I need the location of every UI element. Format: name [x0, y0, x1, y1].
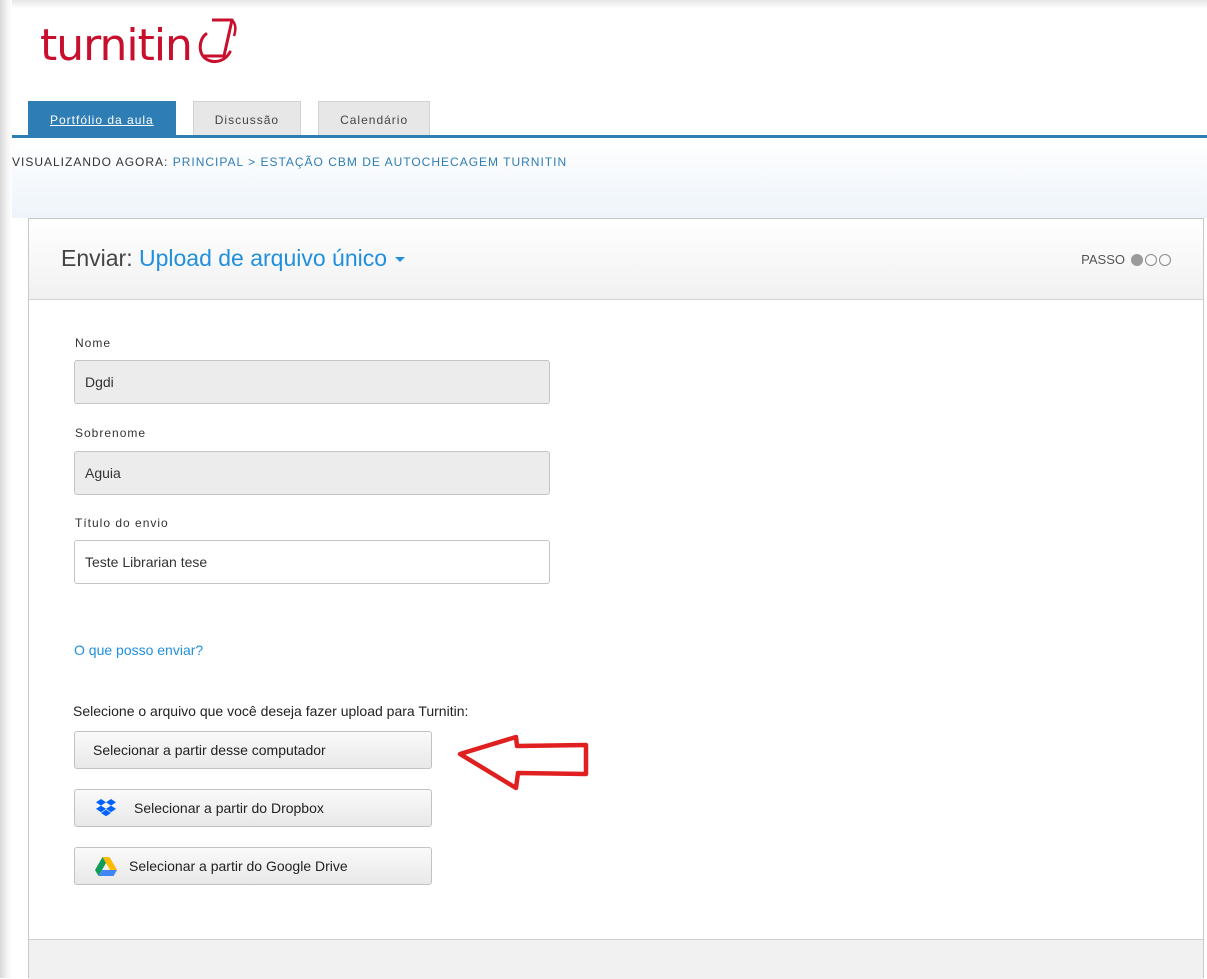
- logo-text: turnitin: [40, 19, 193, 71]
- breadcrumb-home-link[interactable]: PRINCIPAL: [173, 155, 244, 169]
- breadcrumb-prefix: VISUALIZANDO AGORA:: [12, 155, 169, 169]
- upload-mode-label: Upload de arquivo único: [138, 245, 388, 271]
- step-dot-icon-active: [1131, 253, 1143, 266]
- annotation-arrow-icon: [457, 734, 589, 791]
- tab-class-portfolio[interactable]: Portfólio da aula: [28, 101, 176, 135]
- last-name-field[interactable]: [74, 451, 550, 495]
- tab-discussion[interactable]: Discussão: [192, 101, 302, 135]
- panel-footer: [29, 939, 1203, 979]
- panel-header: Enviar: Upload de arquivo único PASSO: [29, 219, 1203, 300]
- window-top-shadow: [0, 0, 1207, 8]
- tab-calendar[interactable]: Calendário: [318, 101, 431, 135]
- submission-title-label: Título do envio: [75, 516, 169, 530]
- step-dot-icon: [1145, 253, 1157, 266]
- window-left-shadow: [0, 0, 12, 978]
- last-name-label: Sobrenome: [75, 426, 147, 440]
- class-tabs: Portfólio da aula Discussão Calendário: [28, 101, 447, 135]
- step-label: PASSO: [1081, 252, 1125, 267]
- first-name-label: Nome: [75, 336, 112, 350]
- select-from-dropbox-label: Selecionar a partir do Dropbox: [134, 800, 324, 816]
- select-from-google-drive-label: Selecionar a partir do Google Drive: [129, 858, 348, 874]
- breadcrumb-separator: >: [248, 155, 257, 169]
- what-can-i-submit-link[interactable]: O que posso enviar?: [74, 642, 203, 658]
- breadcrumb: VISUALIZANDO AGORA: PRINCIPAL > ESTAÇÃO …: [12, 155, 567, 169]
- breadcrumb-band: [12, 138, 1207, 218]
- submit-title-prefix: Enviar:: [61, 245, 133, 271]
- upload-mode-dropdown[interactable]: Upload de arquivo único: [138, 245, 406, 271]
- step-indicator: PASSO: [1081, 252, 1171, 267]
- submission-panel: Enviar: Upload de arquivo único PASSO No…: [28, 218, 1204, 979]
- step-dot-icon: [1159, 253, 1171, 266]
- select-from-google-drive-button[interactable]: Selecionar a partir do Google Drive: [74, 847, 432, 885]
- breadcrumb-current-link[interactable]: ESTAÇÃO CBM DE AUTOCHECAGEM TURNITIN: [260, 155, 567, 169]
- file-select-prompt: Selecione o arquivo que você deseja faze…: [73, 703, 469, 719]
- select-from-dropbox-button[interactable]: Selecionar a partir do Dropbox: [74, 789, 432, 827]
- logo-page-icon: [196, 16, 242, 71]
- panel-title: Enviar: Upload de arquivo único: [61, 245, 406, 272]
- submission-title-field[interactable]: [74, 540, 550, 584]
- dropbox-icon: [95, 798, 117, 818]
- select-from-computer-button[interactable]: Selecionar a partir desse computador: [74, 731, 432, 769]
- caret-down-icon: [395, 257, 406, 263]
- turnitin-logo[interactable]: turnitin: [40, 10, 242, 80]
- first-name-field[interactable]: [74, 360, 550, 404]
- google-drive-icon: [95, 856, 117, 876]
- select-from-computer-label: Selecionar a partir desse computador: [93, 742, 326, 758]
